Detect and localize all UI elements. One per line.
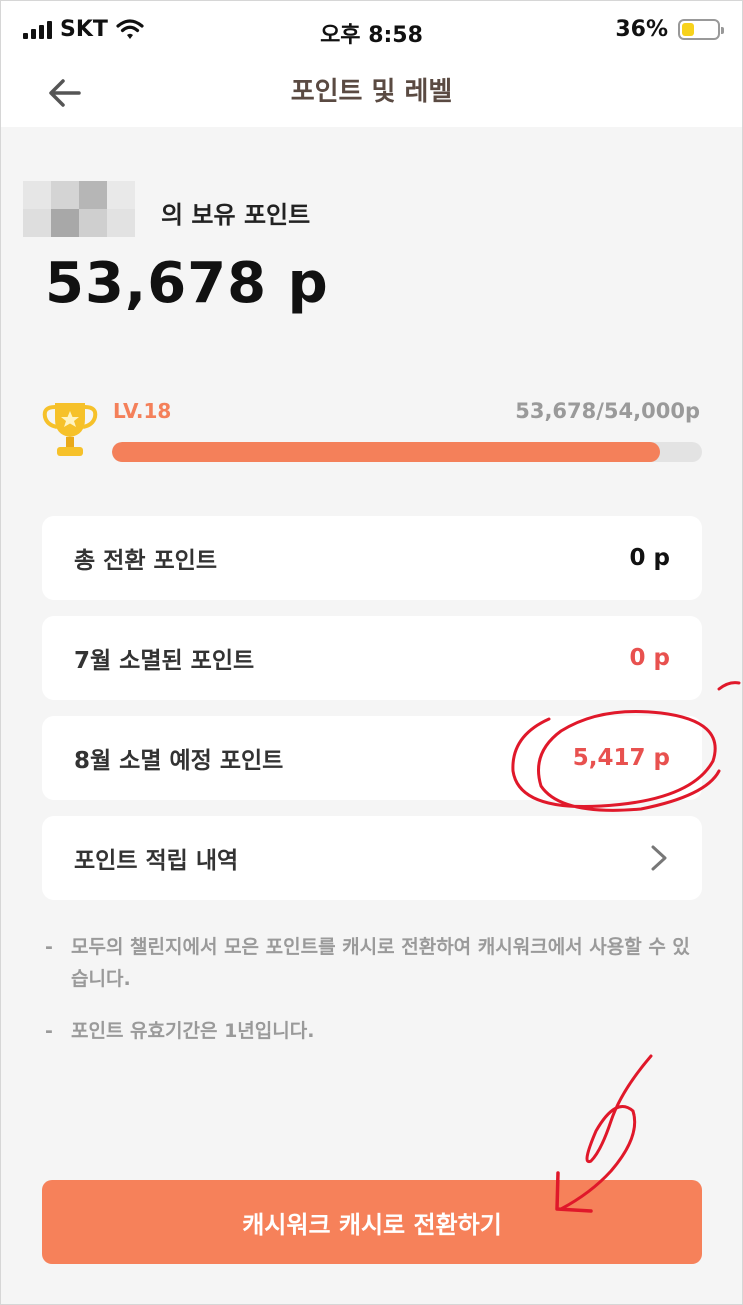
owner-points-label: 의 보유 포인트 (161, 201, 311, 229)
card-value: 5,417 p (572, 745, 670, 771)
trophy-icon (42, 403, 98, 456)
circle-tick (717, 681, 741, 691)
total-points: 53,678 p (45, 251, 329, 316)
total-converted-card: 총 전환 포인트 0 p (42, 516, 702, 600)
battery-icon (678, 19, 724, 40)
card-label: 7월 소멸된 포인트 (74, 648, 255, 674)
chevron-right-icon (651, 845, 667, 871)
card-value: 0 p (629, 645, 670, 671)
expiring-points-card: 8월 소멸 예정 포인트 5,417 p (42, 716, 702, 800)
note-dash: - (45, 936, 53, 958)
note-item: - 포인트 유효기간은 1년입니다. (45, 1015, 705, 1047)
status-bar: SKT 오후 8:58 36% (1, 1, 742, 59)
note-item: - 모두의 챌린지에서 모은 포인트를 캐시로 전환하여 캐시워크에서 사용할 … (45, 931, 705, 995)
nav-bar: 포인트 및 레벨 (1, 59, 742, 127)
level-progress-bar (112, 442, 702, 462)
blurred-avatar (23, 181, 135, 237)
expired-points-card: 7월 소멸된 포인트 0 p (42, 616, 702, 700)
card-label: 8월 소멸 예정 포인트 (74, 748, 284, 774)
page-title: 포인트 및 레벨 (290, 77, 453, 107)
card-label: 총 전환 포인트 (74, 548, 217, 574)
status-right: 36% (615, 17, 724, 42)
battery-percent: 36% (615, 17, 668, 42)
level-progress-text: 53,678/54,000p (515, 399, 700, 423)
note-dash: - (45, 1020, 53, 1042)
note-text: 포인트 유효기간은 1년입니다. (71, 1020, 315, 1042)
card-value: 0 p (629, 545, 670, 571)
convert-to-cash-button[interactable]: 캐시워크 캐시로 전환하기 (42, 1180, 702, 1264)
notes-list: - 모두의 챌린지에서 모은 포인트를 캐시로 전환하여 캐시워크에서 사용할 … (45, 931, 705, 1067)
level-progress-fill (112, 442, 661, 462)
points-history-link[interactable]: 포인트 적립 내역 (42, 816, 702, 900)
battery-level (682, 23, 695, 36)
app-screen: SKT 오후 8:58 36% 포인트 및 레벨 의 보유 포인트 53,678… (0, 0, 743, 1305)
note-text: 모두의 챌린지에서 모은 포인트를 캐시로 전환하여 캐시워크에서 사용할 수 … (71, 936, 690, 990)
level-label: LV.18 (113, 399, 172, 423)
card-label: 포인트 적립 내역 (74, 848, 239, 874)
